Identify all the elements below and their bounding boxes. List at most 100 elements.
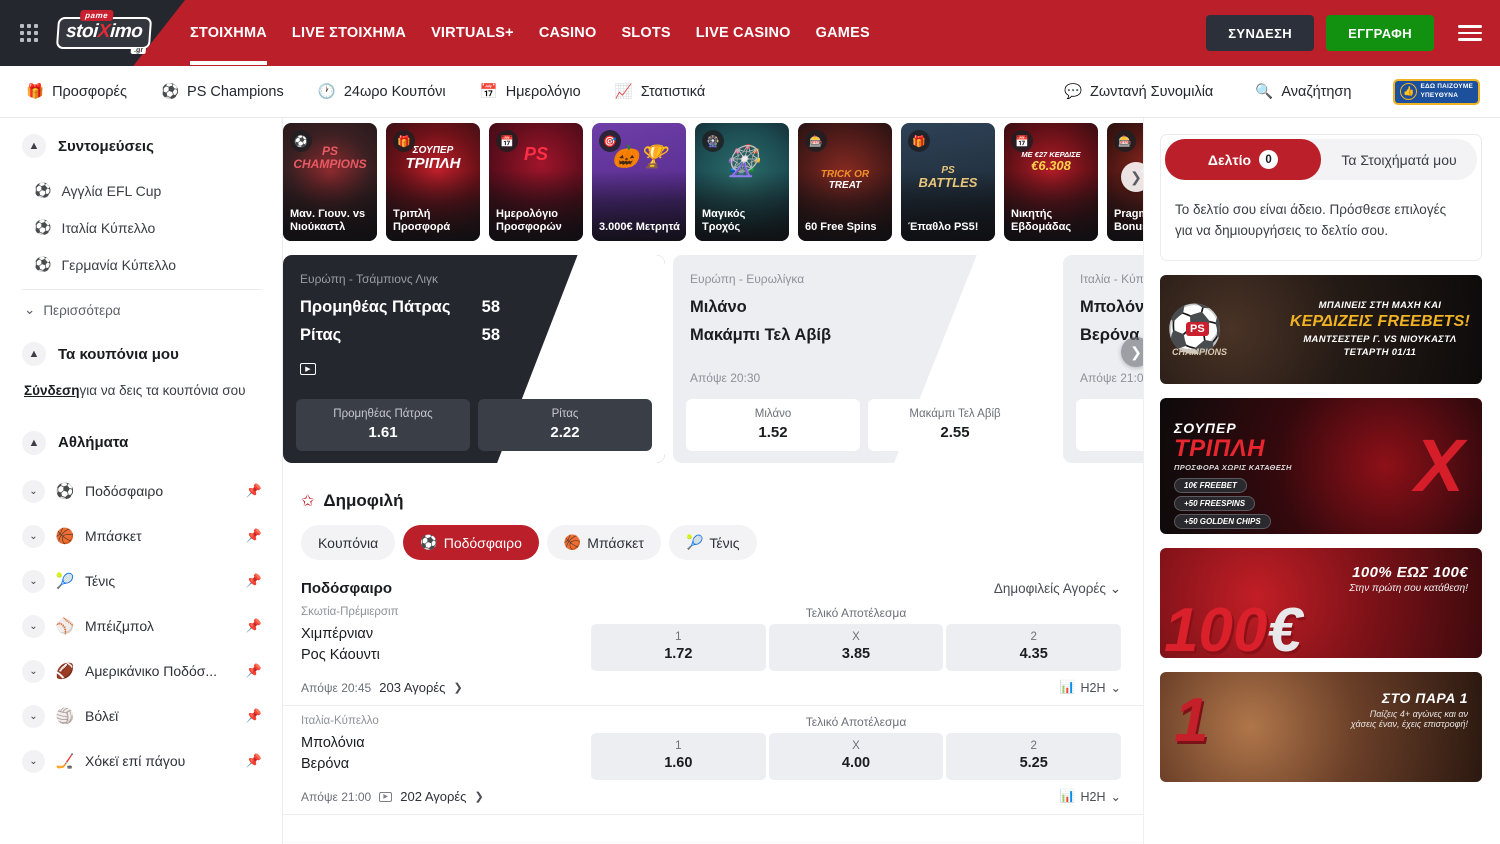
- h2h-button[interactable]: 📊H2H⌄: [1060, 680, 1121, 695]
- promo-card[interactable]: 🎃🏆 🎯 3.000€ Μετρητά: [592, 123, 686, 241]
- pin-icon[interactable]: 📌: [246, 528, 262, 544]
- video-play-icon[interactable]: ▶: [300, 363, 316, 375]
- outcome-button-x[interactable]: X 3.85: [769, 624, 944, 671]
- ps-champions-banner[interactable]: ⚽ PS CHAMPIONS ΜΠΑΙΝΕΙΣ ΣΤΗ ΜΑΧΗ ΚΑΙ ΚΕΡ…: [1160, 275, 1482, 384]
- sidebar-sport-volley[interactable]: ⌄ 🏐 Βόλεϊ 📌: [22, 694, 262, 739]
- pin-icon[interactable]: 📌: [246, 573, 262, 589]
- featured-odd-button[interactable]: Προμηθέας Πάτρας 1.61: [296, 399, 470, 451]
- video-play-icon[interactable]: ▶: [379, 792, 392, 802]
- nav-item-virtuals[interactable]: VIRTUALS+: [431, 25, 514, 41]
- subnav-item-search[interactable]: 🔍 Αναζήτηση: [1255, 83, 1351, 100]
- nav-item-stoixima[interactable]: ΣΤΟΙΧΗΜΑ: [190, 25, 267, 41]
- promo-card[interactable]: PSCHAMPIONS ⚽ Μαν. Γιουν. vs Νιούκαστλ: [283, 123, 377, 241]
- logo-main-text: stoiXimo: [65, 21, 143, 42]
- match-markets-count[interactable]: 203 Αγορές: [379, 680, 445, 695]
- chevron-down-icon[interactable]: ⌄: [22, 705, 45, 728]
- outcome-button-2[interactable]: 2 5.25: [946, 733, 1121, 780]
- tab-koupponia[interactable]: Κουπόνια: [301, 525, 395, 560]
- super-tripli-banner[interactable]: X ΣΟΥΠΕΡ ΤΡΙΠΛΗ ΠΡΟΣΦΟΡΑ ΧΩΡΙΣ ΚΑΤΑΘΕΣΗ …: [1160, 398, 1482, 534]
- outcome-button-1[interactable]: 1 1.72: [591, 624, 766, 671]
- sidebar-sport-american-football[interactable]: ⌄ 🏈 Αμερικάνικο Ποδόσ... 📌: [22, 649, 262, 694]
- featured-match-card[interactable]: Ευρώπη - Ευρωλίγκα Μιλάνο Μακάμπι Τελ Αβ…: [673, 255, 1055, 463]
- hamburger-menu-icon[interactable]: [1458, 21, 1482, 45]
- featured-odd-button[interactable]: Μακάμπι Τελ Αβίβ 2.55: [868, 399, 1042, 451]
- sidebar-section-shortcuts-header[interactable]: ▲ Συντομεύσεις: [22, 134, 262, 158]
- chevron-right-icon[interactable]: ❯: [453, 681, 462, 694]
- promo-card[interactable]: TRICK ORTREAT 🎰 60 Free Spins: [798, 123, 892, 241]
- site-logo[interactable]: pame stoiXimo .gr: [54, 10, 154, 56]
- promo-card[interactable]: PSBATTLES 🎁 Έπαθλο PS5!: [901, 123, 995, 241]
- sidebar-section-coupons-header[interactable]: ▲ Τα κουπόνια μου: [22, 342, 262, 366]
- slots-icon: 🎰: [805, 130, 827, 152]
- subnav-item-offers[interactable]: 🎁 Προσφορές: [26, 83, 127, 100]
- pin-icon[interactable]: 📌: [246, 618, 262, 634]
- subnav-item-ps-champions[interactable]: ⚽ PS Champions: [161, 83, 284, 100]
- match-info[interactable]: Σκωτία-Πρέμιερσιπ Χιμπέρνιαν Ρος Κάουντι: [301, 606, 591, 666]
- calendar-icon: 📅: [1011, 130, 1033, 152]
- welcome-bonus-banner[interactable]: 100€ 100% ΕΩΣ 100€ Στην πρώτη σου κατάθε…: [1160, 548, 1482, 658]
- outcome-button-x[interactable]: X 4.00: [769, 733, 944, 780]
- chevron-down-icon[interactable]: ⌄: [22, 570, 45, 593]
- outcome-button-1[interactable]: 1 1.60: [591, 733, 766, 780]
- sidebar-item-italia-kypello[interactable]: ⚽ Ιταλία Κύπελλο: [22, 209, 262, 246]
- pin-icon[interactable]: 📌: [246, 753, 262, 769]
- h2h-button[interactable]: 📊H2H⌄: [1060, 789, 1121, 804]
- chevron-down-icon[interactable]: ⌄: [22, 660, 45, 683]
- outcome-label: 1: [591, 740, 766, 752]
- markets-dropdown[interactable]: Δημοφιλείς Αγορές ⌄: [994, 581, 1121, 597]
- subnav-item-live-chat[interactable]: 💬 Ζωντανή Συνομιλία: [1064, 83, 1213, 100]
- chevron-down-icon[interactable]: ⌄: [22, 750, 45, 773]
- nav-item-live-stoixima[interactable]: LIVE ΣΤΟΙΧΗΜΑ: [292, 25, 406, 41]
- sidebar-more-shortcuts[interactable]: ⌄ Περισσότερα: [22, 290, 262, 324]
- chevron-down-icon[interactable]: ⌄: [22, 480, 45, 503]
- sidebar-login-link[interactable]: Σύνδεση: [24, 383, 80, 398]
- promo-carousel-next-button[interactable]: ❯: [1121, 162, 1143, 192]
- subnav-item-calendar[interactable]: 📅 Ημερολόγιο: [480, 83, 581, 100]
- chevron-down-icon[interactable]: ⌄: [22, 615, 45, 638]
- tab-basket[interactable]: 🏀Μπάσκετ: [547, 525, 661, 560]
- featured-odd-button[interactable]: Ρίτας 2.22: [478, 399, 652, 451]
- sidebar-sport-baseball[interactable]: ⌄ ⚾ Μπέιζμπολ 📌: [22, 604, 262, 649]
- featured-match-card[interactable]: Ευρώπη - Τσάμπιονς Λιγκ Προμηθέας Πάτρας…: [283, 255, 665, 463]
- subnav-item-statistics[interactable]: 📈 Στατιστικά: [615, 83, 706, 100]
- pin-icon[interactable]: 📌: [246, 708, 262, 724]
- apps-grid-icon[interactable]: [20, 24, 38, 42]
- login-button[interactable]: ΣΥΝΔΕΣΗ: [1206, 15, 1314, 51]
- sidebar-sport-ice-hockey[interactable]: ⌄ 🏒 Χόκεϊ επί πάγου 📌: [22, 739, 262, 784]
- promo-card[interactable]: ΜΕ €27 ΚΕΡΔΙΣΕ€6.308 📅 Νικητής Εβδομάδας: [1004, 123, 1098, 241]
- tab-betslip[interactable]: Δελτίο 0: [1165, 139, 1321, 180]
- promo-card[interactable]: 🎡 🎡 Μαγικός Τροχός: [695, 123, 789, 241]
- sidebar-item-efl-cup[interactable]: ⚽ Αγγλία EFL Cup: [22, 172, 262, 209]
- tab-tennis[interactable]: 🎾Τένις: [669, 525, 757, 560]
- register-button[interactable]: ΕΓΓΡΑΦΗ: [1326, 15, 1434, 51]
- featured-team-name: Μπολόνια: [1080, 298, 1143, 317]
- sidebar-section-sports-header[interactable]: ▲ Αθλήματα: [22, 431, 262, 455]
- outcome-button-2[interactable]: 2 4.35: [946, 624, 1121, 671]
- promo-card[interactable]: ΣΟΥΠΕΡΤΡΙΠΛΗ 🎁 Τριπλή Προσφορά: [386, 123, 480, 241]
- promo-label: 3.000€ Μετρητά: [599, 221, 681, 235]
- chevron-right-icon[interactable]: ❯: [474, 790, 483, 803]
- responsible-gaming-badge[interactable]: 👍 ΕΔΩ ΠΑΙΖΟΥΜΕ ΥΠΕΥΘΥΝΑ: [1393, 79, 1480, 105]
- match-info[interactable]: Ιταλία-Κύπελλο Μπολόνια Βερόνα: [301, 715, 591, 775]
- featured-odd-button[interactable]: 1 1.60: [1076, 399, 1143, 451]
- nav-item-slots[interactable]: SLOTS: [621, 25, 670, 41]
- featured-odd-button[interactable]: Μιλάνο 1.52: [686, 399, 860, 451]
- pin-icon[interactable]: 📌: [246, 483, 262, 499]
- nav-item-games[interactable]: GAMES: [816, 25, 870, 41]
- match-markets-count[interactable]: 202 Αγορές: [400, 789, 466, 804]
- chevron-down-icon[interactable]: ⌄: [22, 525, 45, 548]
- featured-carousel-next-button[interactable]: ❯: [1121, 337, 1143, 367]
- subnav-item-24h-coupon[interactable]: 🕐 24ωρο Κουπόνι: [318, 83, 446, 100]
- sidebar-item-germania-kypello[interactable]: ⚽ Γερμανία Κύπελλο: [22, 246, 262, 283]
- target-icon: 🎯: [599, 130, 621, 152]
- sidebar-sport-tennis[interactable]: ⌄ 🎾 Τένις 📌: [22, 559, 262, 604]
- nav-item-casino[interactable]: CASINO: [539, 25, 597, 41]
- nav-item-live-casino[interactable]: LIVE CASINO: [696, 25, 791, 41]
- promo-card[interactable]: PS 📅 Ημερολόγιο Προσφορών: [489, 123, 583, 241]
- tab-my-bets[interactable]: Τα Στοιχήματά μου: [1321, 139, 1477, 180]
- tab-podosfairo[interactable]: ⚽Ποδόσφαιρο: [403, 525, 539, 560]
- sidebar-sport-basket[interactable]: ⌄ 🏀 Μπάσκετ 📌: [22, 514, 262, 559]
- sto-para-1-banner[interactable]: 1 ΣΤΟ ΠΑΡΑ 1 Παίζεις 4+ αγώνες και αν χά…: [1160, 672, 1482, 782]
- pin-icon[interactable]: 📌: [246, 663, 262, 679]
- sidebar-sport-podosfairo[interactable]: ⌄ ⚽ Ποδόσφαιρο 📌: [22, 469, 262, 514]
